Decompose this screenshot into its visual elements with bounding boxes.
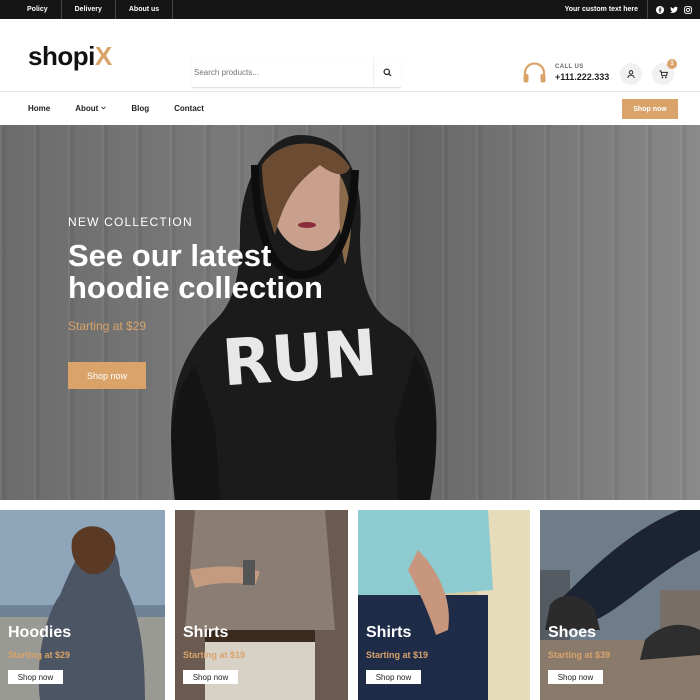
chevron-down-icon <box>101 106 107 110</box>
shopix-logo[interactable]: shopiX <box>28 41 112 72</box>
nav-about-label: About <box>75 103 99 113</box>
category-title: Shirts <box>183 624 229 641</box>
nav-home[interactable]: Home <box>28 104 50 113</box>
top-bar: Policy Delivery About us Your custom tex… <box>0 0 700 19</box>
call-us-label: CALL US <box>555 64 584 70</box>
call-us: CALL US +111.222.333 <box>522 62 609 84</box>
policy-link[interactable]: Policy <box>14 0 62 19</box>
cart-count-badge: 1 <box>667 59 677 69</box>
logo-text: shopi <box>28 41 95 71</box>
nav-contact[interactable]: Contact <box>174 104 204 113</box>
instagram-icon[interactable] <box>684 5 692 14</box>
category-shop-now-button[interactable]: Shop now <box>183 670 238 684</box>
category-card-hoodies[interactable]: Hoodies Starting at $29 Shop now <box>0 510 165 700</box>
category-shop-now-button[interactable]: Shop now <box>548 670 603 684</box>
hero-text: NEW COLLECTION See our latest hoodie col… <box>68 215 368 389</box>
category-price: Starting at $19 <box>183 650 246 660</box>
hero-kicker: NEW COLLECTION <box>68 215 193 229</box>
category-price: Starting at $29 <box>8 650 71 660</box>
headphones-icon <box>523 62 546 83</box>
category-price: Starting at $19 <box>366 650 429 660</box>
category-title: Shirts <box>366 624 412 641</box>
hero-shop-now-button[interactable]: Shop now <box>68 362 146 389</box>
main-nav: Home About Blog Contact Shop now <box>0 92 700 124</box>
search-button[interactable] <box>373 58 401 87</box>
category-title: Shoes <box>548 624 597 641</box>
about-us-link[interactable]: About us <box>116 0 174 19</box>
category-shop-now-button[interactable]: Shop now <box>366 670 421 684</box>
account-button[interactable] <box>620 63 642 85</box>
nav-about[interactable]: About <box>75 103 107 113</box>
delivery-link[interactable]: Delivery <box>62 0 116 19</box>
facebook-icon[interactable] <box>656 5 664 14</box>
cart-button[interactable]: 1 <box>652 59 677 85</box>
nav-blog-label: Blog <box>131 103 150 113</box>
category-card-shirts-2[interactable]: Shirts Starting at $19 Shop now <box>358 510 530 700</box>
search-icon <box>383 68 392 77</box>
category-shop-now-button[interactable]: Shop now <box>8 670 63 684</box>
category-title: Hoodies <box>8 624 72 641</box>
social-links <box>648 5 700 14</box>
search-bar <box>192 58 401 88</box>
nav-home-label: Home <box>28 103 51 113</box>
top-links: Policy Delivery About us <box>14 0 174 19</box>
hero-banner: RUN NEW COLLECTION See our latest hoodie… <box>0 125 700 500</box>
user-icon <box>627 70 635 78</box>
logo-accent: X <box>94 41 112 71</box>
hero-price: Starting at $29 <box>68 319 147 333</box>
category-card-shoes[interactable]: Shoes Starting at $39 Shop now <box>540 510 700 700</box>
phone-number[interactable]: +111.222.333 <box>555 72 609 82</box>
custom-text: Your custom text here <box>565 0 648 19</box>
category-price: Starting at $39 <box>548 650 611 660</box>
nav-shop-now-button[interactable]: Shop now <box>622 99 678 119</box>
nav-contact-label: Contact <box>174 103 204 113</box>
cart-icon <box>658 69 668 78</box>
nav-blog[interactable]: Blog <box>131 104 149 113</box>
hero-headline: See our latest hoodie collection <box>68 238 323 305</box>
top-right: Your custom text here <box>565 0 700 19</box>
category-card-shirts[interactable]: Shirts Starting at $19 Shop now <box>175 510 348 700</box>
search-input[interactable] <box>192 58 373 87</box>
twitter-icon[interactable] <box>670 6 678 14</box>
site-header: shopiX CALL US +111.222.333 1 <box>0 19 700 92</box>
